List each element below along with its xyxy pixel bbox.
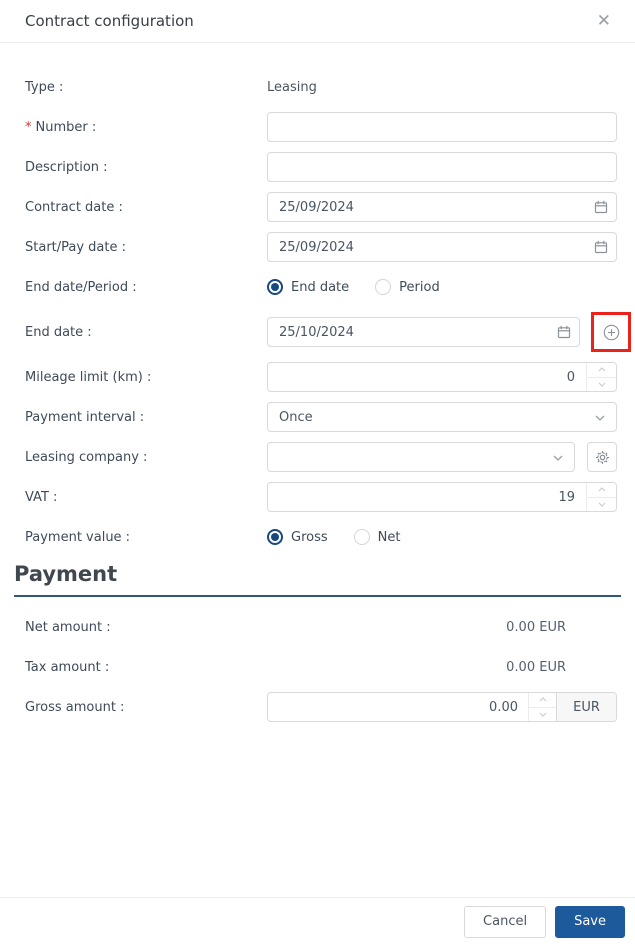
gross-amount-label: Gross amount :: [25, 699, 125, 715]
end-date-period-label: End date/Period :: [25, 279, 137, 295]
number-input[interactable]: [267, 112, 617, 142]
description-input[interactable]: [267, 152, 617, 182]
close-icon[interactable]: ✕: [593, 9, 615, 34]
payment-value-radio-group: Gross Net: [267, 529, 400, 545]
payment-interval-label: Payment interval :: [25, 409, 145, 425]
calendar-icon[interactable]: [594, 240, 608, 254]
gear-icon: [595, 450, 610, 465]
radio-period-label: Period: [399, 279, 440, 295]
leasing-company-row: Leasing company :: [25, 442, 617, 472]
save-button[interactable]: Save: [555, 905, 625, 938]
tax-amount-value: 0.00 EUR: [506, 659, 566, 675]
radio-gross[interactable]: Gross: [267, 529, 328, 545]
end-date-row: End date :: [25, 312, 631, 352]
gross-amount-input[interactable]: [268, 693, 528, 721]
number-label: * Number :: [25, 119, 97, 135]
payment-interval-row: Payment interval : Once: [25, 402, 617, 432]
number-spinner: [528, 693, 556, 721]
radio-end-date-label: End date: [291, 279, 350, 295]
radio-unselected-icon[interactable]: [353, 529, 370, 545]
payment-value-row: Payment value : Gross Net: [25, 522, 617, 552]
chevron-down-icon: [595, 415, 605, 421]
spinner-down-icon[interactable]: [587, 497, 616, 511]
radio-net-label: Net: [377, 529, 401, 545]
contract-date-row: Contract date :: [25, 192, 617, 222]
start-pay-date-input[interactable]: [267, 232, 617, 262]
net-amount-value: 0.00 EUR: [506, 619, 566, 635]
vat-label: VAT :: [25, 489, 58, 505]
type-value: Leasing: [267, 79, 317, 95]
mileage-limit-row: Mileage limit (km) :: [25, 362, 617, 392]
required-asterisk: *: [25, 119, 32, 135]
contract-date-label: Contract date :: [25, 199, 123, 215]
mileage-limit-label: Mileage limit (km) :: [25, 369, 152, 385]
payment-interval-value: Once: [279, 409, 313, 425]
radio-net[interactable]: Net: [353, 529, 401, 545]
number-row: * Number :: [25, 112, 617, 142]
leasing-company-select[interactable]: [267, 442, 575, 472]
radio-end-date[interactable]: End date: [267, 279, 349, 295]
leasing-company-settings-button[interactable]: [587, 442, 617, 472]
radio-unselected-icon[interactable]: [375, 279, 392, 295]
modal-title: Contract configuration: [25, 12, 194, 30]
contract-form: Type : Leasing * Number : Description : C…: [0, 43, 635, 722]
payment-interval-select[interactable]: Once: [267, 402, 617, 432]
highlight-box: [591, 312, 631, 352]
gross-amount-row: Gross amount : EUR: [25, 692, 617, 722]
spinner-up-icon[interactable]: [587, 363, 616, 378]
contract-date-input[interactable]: [267, 192, 617, 222]
description-label: Description :: [25, 159, 108, 175]
add-end-date-button[interactable]: [597, 318, 625, 346]
net-amount-label: Net amount :: [25, 619, 111, 635]
description-row: Description :: [25, 152, 617, 182]
spinner-down-icon[interactable]: [587, 377, 616, 391]
end-date-period-row: End date/Period : End date Period: [25, 272, 617, 302]
end-date-input[interactable]: [267, 317, 580, 347]
chevron-down-icon: [553, 455, 563, 461]
payment-value-label: Payment value :: [25, 529, 131, 545]
radio-gross-label: Gross: [291, 529, 328, 545]
mileage-limit-input[interactable]: [268, 363, 616, 391]
calendar-icon[interactable]: [594, 200, 608, 214]
start-pay-date-row: Start/Pay date :: [25, 232, 617, 262]
type-label: Type :: [25, 79, 64, 95]
start-pay-date-label: Start/Pay date :: [25, 239, 127, 255]
currency-addon: EUR: [556, 693, 616, 721]
end-date-label: End date :: [25, 324, 92, 340]
modal-header: Contract configuration ✕: [0, 0, 635, 43]
type-row: Type : Leasing: [25, 72, 617, 102]
radio-period[interactable]: Period: [375, 279, 440, 295]
modal-footer: Cancel Save: [0, 897, 635, 945]
radio-selected-icon[interactable]: [267, 279, 283, 295]
tax-amount-row: Tax amount : 0.00 EUR: [25, 652, 617, 682]
calendar-icon[interactable]: [557, 325, 571, 339]
number-spinner: [586, 363, 616, 391]
leasing-company-label: Leasing company :: [25, 449, 148, 465]
vat-row: VAT :: [25, 482, 617, 512]
plus-circle-icon: [603, 324, 620, 341]
payment-section-heading: Payment: [14, 562, 621, 597]
vat-input[interactable]: [268, 483, 616, 511]
cancel-button[interactable]: Cancel: [464, 905, 547, 938]
spinner-down-icon[interactable]: [529, 707, 556, 721]
spinner-up-icon[interactable]: [529, 693, 556, 708]
spinner-up-icon[interactable]: [587, 483, 616, 498]
end-date-period-radio-group: End date Period: [267, 279, 440, 295]
number-spinner: [586, 483, 616, 511]
tax-amount-label: Tax amount :: [25, 659, 110, 675]
radio-selected-icon[interactable]: [267, 529, 283, 545]
net-amount-row: Net amount : 0.00 EUR: [25, 612, 617, 642]
